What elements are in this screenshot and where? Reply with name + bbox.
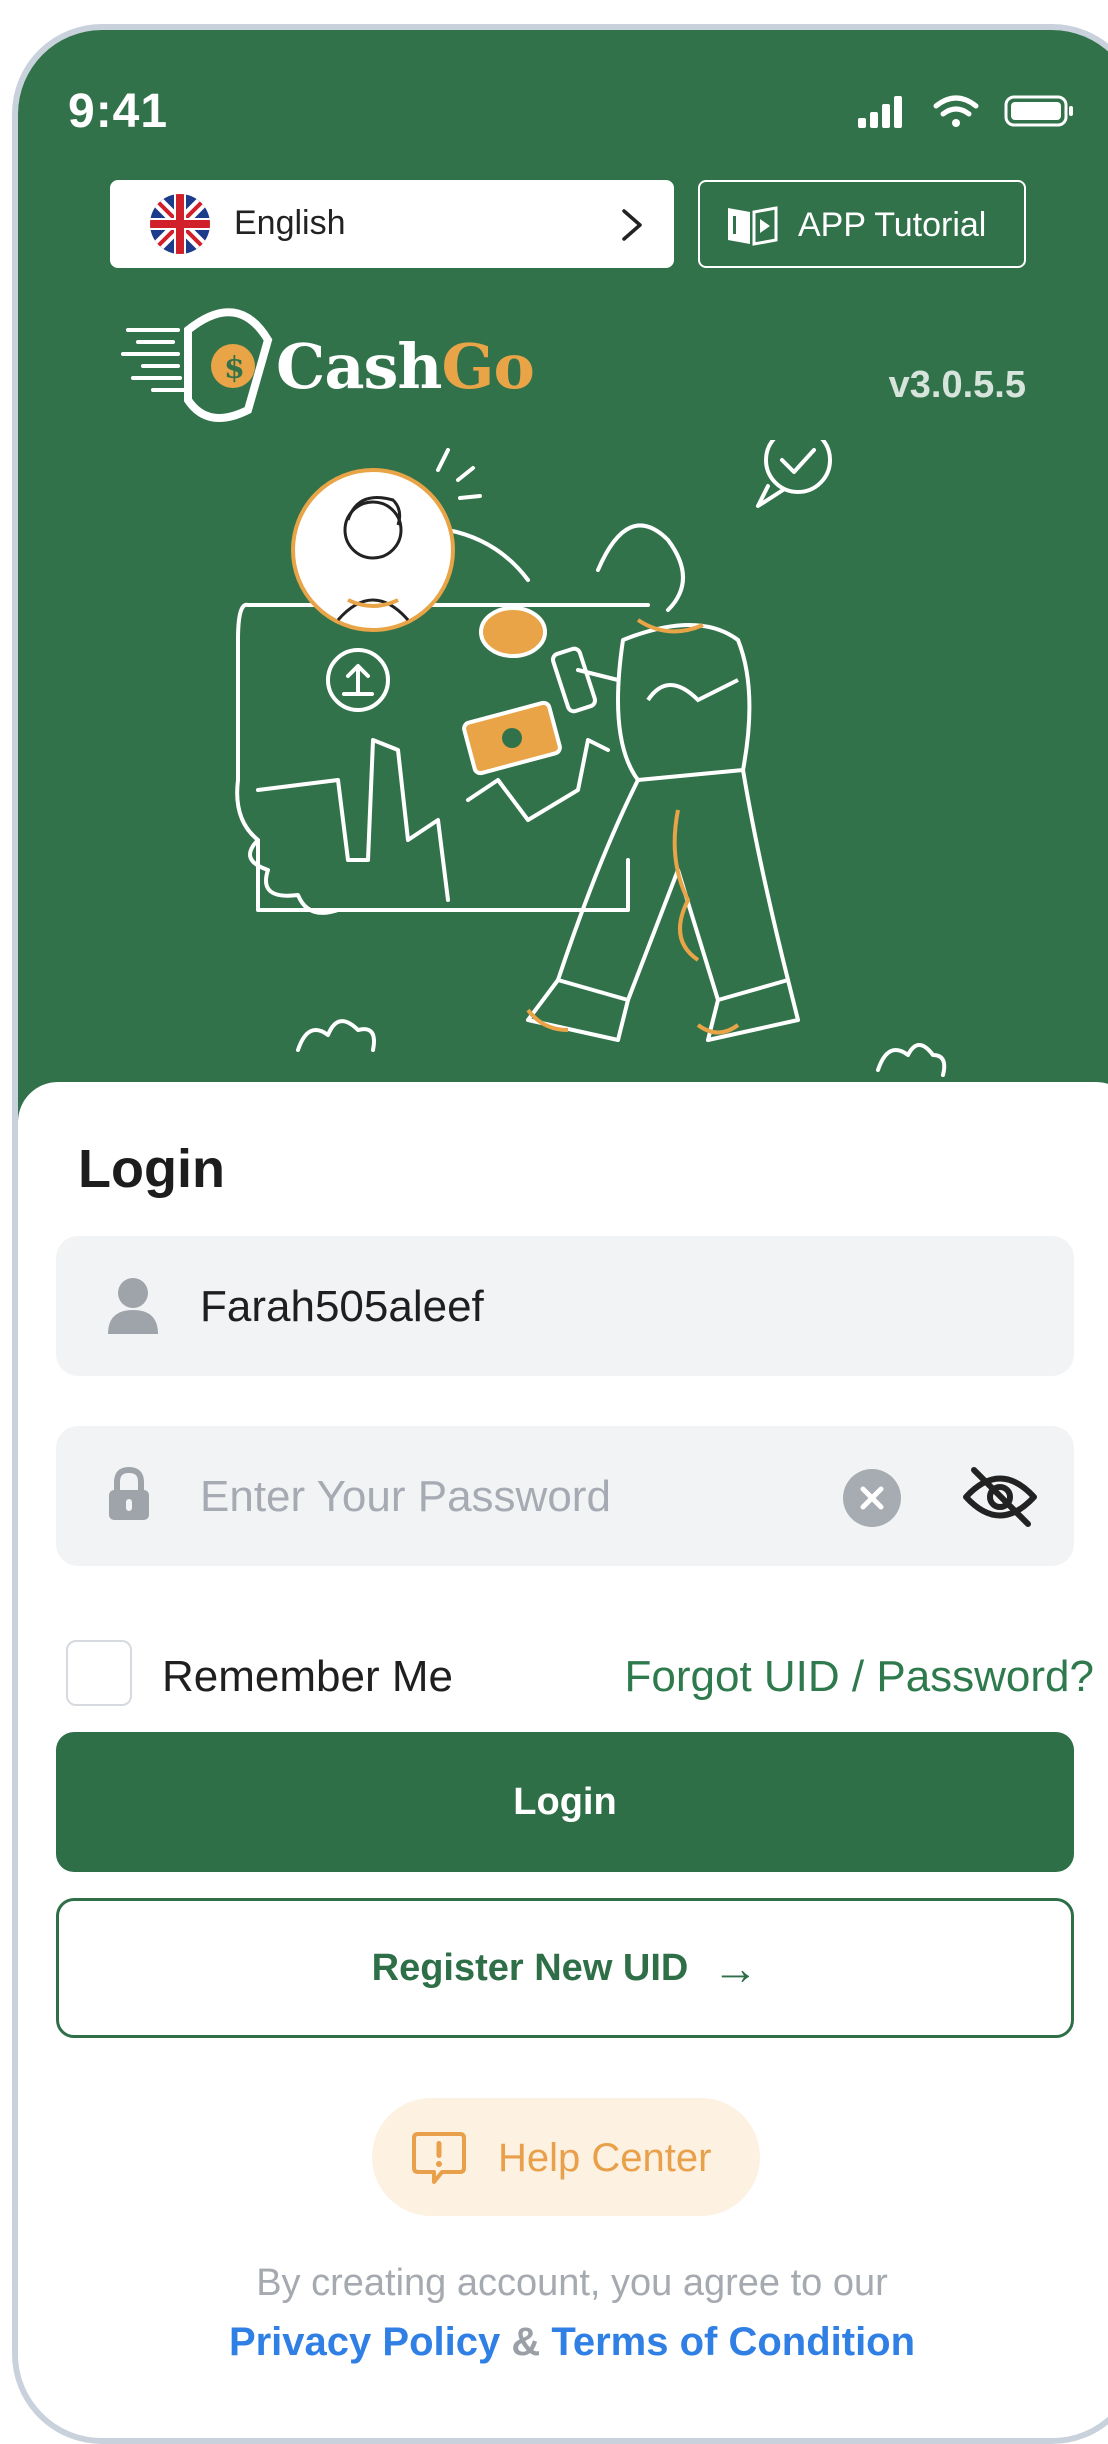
- username-value: Farah505aleef: [200, 1282, 484, 1331]
- arrow-right-icon: →: [712, 1942, 759, 1994]
- brand-name-part2: Go: [441, 330, 535, 403]
- terms-amp: &: [511, 2320, 541, 2364]
- signal-icon: [858, 96, 902, 128]
- app-tutorial-label: APP Tutorial: [798, 206, 987, 244]
- login-button[interactable]: Login: [56, 1732, 1074, 1872]
- status-icons: [858, 92, 1088, 137]
- terms-of-condition-link[interactable]: Terms of Condition: [551, 2320, 915, 2364]
- svg-text:$: $: [224, 351, 245, 386]
- password-field[interactable]: Enter Your Password: [56, 1426, 1074, 1566]
- login-title: Login: [78, 1139, 225, 1199]
- book-play-icon: [726, 204, 778, 251]
- remember-me-label[interactable]: Remember Me: [162, 1652, 453, 1702]
- forgot-password-link[interactable]: Forgot UID / Password?: [625, 1652, 1095, 1702]
- cashgo-logo-icon: $: [118, 300, 288, 435]
- lock-icon: [106, 1466, 152, 1527]
- terms-notice: By creating account, you agree to our: [256, 2262, 888, 2304]
- terms-links: Privacy Policy & Terms of Condition: [18, 2320, 1108, 2365]
- user-icon: [106, 1276, 160, 1341]
- help-center-label: Help Center: [498, 2136, 712, 2180]
- hero-section: 9:41 English APP Tutorial $ CashGo v3.0.…: [18, 30, 1108, 1120]
- privacy-policy-link[interactable]: Privacy Policy: [229, 2320, 500, 2364]
- remember-me-checkbox[interactable]: [66, 1640, 132, 1706]
- chevron-right-icon: [620, 208, 644, 247]
- app-tutorial-button[interactable]: APP Tutorial: [698, 180, 1026, 268]
- username-field[interactable]: Farah505aleef: [56, 1236, 1074, 1376]
- wifi-icon: [933, 95, 979, 127]
- language-selector[interactable]: English: [110, 180, 674, 268]
- eye-off-icon[interactable]: [962, 1466, 1038, 1533]
- help-chat-icon: [412, 2130, 466, 2191]
- language-label: English: [234, 204, 346, 242]
- login-sheet: Login Farah505aleef Enter Your Password: [18, 1082, 1108, 2438]
- register-button[interactable]: Register New UID →: [56, 1898, 1074, 2038]
- brand-name: CashGo: [276, 330, 535, 403]
- brand-name-part1: Cash: [276, 330, 443, 403]
- register-button-label: Register New UID: [371, 1946, 689, 1989]
- battery-icon: [1004, 95, 1073, 127]
- app-version: v3.0.5.5: [888, 364, 1026, 406]
- uk-flag-icon: [150, 194, 210, 259]
- help-center-button[interactable]: Help Center: [372, 2098, 760, 2216]
- hero-illustration: [198, 426, 978, 1125]
- password-placeholder: Enter Your Password: [200, 1472, 611, 1521]
- status-time: 9:41: [68, 85, 169, 138]
- phone-frame: 9:41 English APP Tutorial $ CashGo v3.0.…: [12, 24, 1108, 2444]
- clear-icon[interactable]: [842, 1468, 902, 1533]
